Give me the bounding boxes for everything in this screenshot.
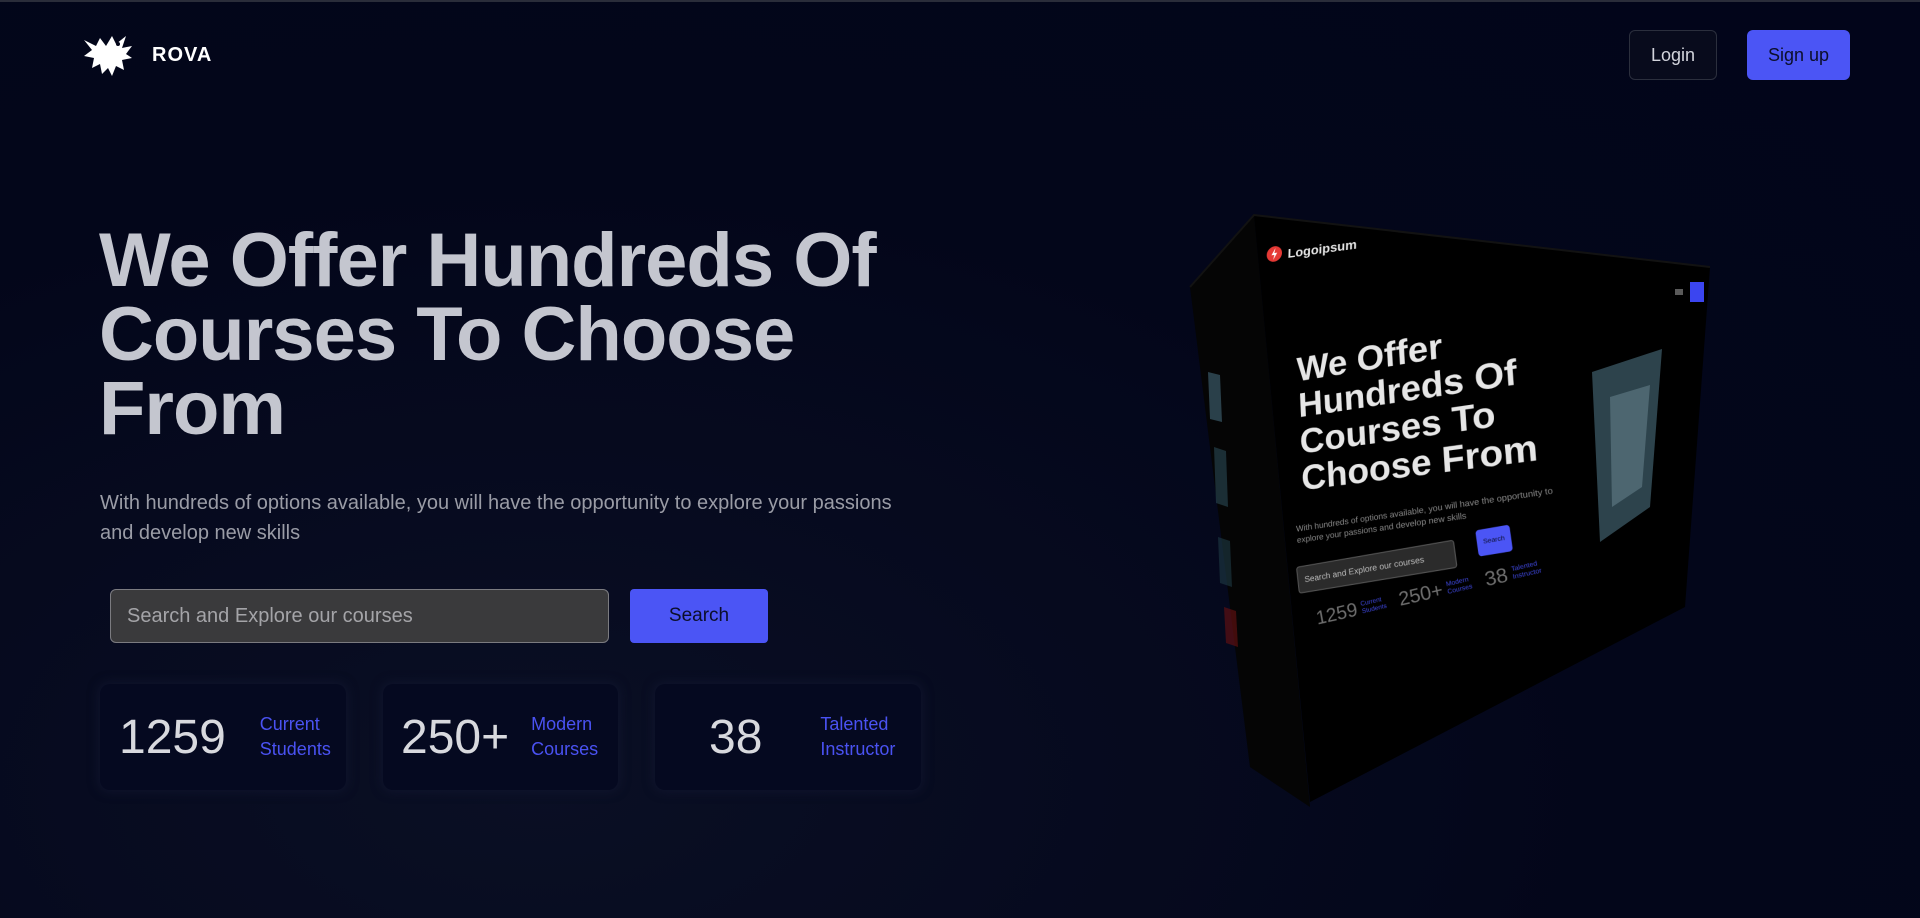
- stat-value: 250+: [401, 710, 509, 765]
- brand-name: ROVA: [152, 44, 212, 67]
- mockup-stat: 250+ Modern Courses: [1397, 572, 1474, 611]
- brand-logo[interactable]: ROVA: [82, 32, 212, 78]
- mockup-stat-value: 38: [1483, 564, 1511, 592]
- stat-label: Talented Instructor: [820, 712, 895, 762]
- mockup-stat-value: 250+: [1397, 579, 1445, 611]
- bolt-logo-icon: [1266, 245, 1282, 265]
- stat-card-instructors: 38 Talented Instructor: [655, 684, 921, 790]
- mockup-stat: 38 Talented Instructor: [1483, 556, 1544, 592]
- stat-value: 1259: [119, 710, 226, 765]
- stat-label-line1: Current: [260, 712, 331, 737]
- landing-page: ROVA Login Sign up We Offer Hundreds Of …: [0, 0, 1920, 918]
- hero-subtitle: With hundreds of options available, you …: [100, 488, 900, 548]
- mockup-logo-text: Logoipsum: [1288, 237, 1357, 261]
- hero-title: We Offer Hundreds Of Courses To Choose F…: [99, 224, 959, 446]
- stat-label: Current Students: [260, 712, 331, 762]
- stat-value: 38: [709, 710, 762, 765]
- login-button[interactable]: Login: [1629, 30, 1717, 80]
- mockup-stat-label: Modern Courses: [1445, 576, 1473, 597]
- stat-label-line2: Instructor: [820, 737, 895, 762]
- mockup-logo: Logoipsum: [1266, 235, 1357, 266]
- stat-label: Modern Courses: [531, 712, 598, 762]
- mockup-search-button: Search: [1475, 525, 1513, 557]
- stat-label-line2: Students: [260, 737, 331, 762]
- course-search-input[interactable]: [110, 589, 609, 643]
- stat-card-courses: 250+ Modern Courses: [383, 684, 618, 790]
- bird-logo-icon: [82, 32, 136, 78]
- search-button[interactable]: Search: [630, 589, 768, 643]
- mockup-stat-value: 1259: [1314, 598, 1359, 629]
- stat-card-students: 1259 Current Students: [100, 684, 346, 790]
- mockup-screen: Logoipsum We Offer Hundreds Of Courses T…: [1233, 157, 1779, 663]
- stat-label-line1: Talented: [820, 712, 895, 737]
- mockup-stat-label: Talented Instructor: [1511, 560, 1543, 582]
- hero-3d-mockup: Logoipsum We Offer Hundreds Of Courses T…: [1180, 207, 1720, 807]
- stat-label-line1: Modern: [531, 712, 598, 737]
- stat-label-line2: Courses: [531, 737, 598, 762]
- signup-button[interactable]: Sign up: [1747, 30, 1850, 80]
- mockup-stat: 1259 Current Students: [1314, 592, 1388, 630]
- mockup-title: We Offer Hundreds Of Courses To Choose F…: [1296, 300, 1612, 497]
- mockup-stat-label: Current Students: [1360, 595, 1388, 615]
